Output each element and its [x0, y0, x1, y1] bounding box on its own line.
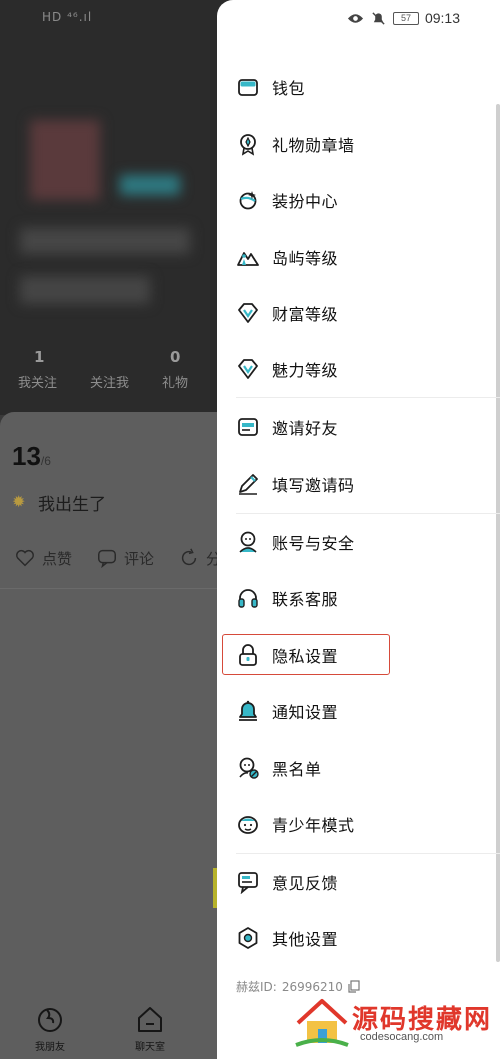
block-user-icon: [236, 756, 260, 780]
gift-count: 0: [170, 348, 181, 366]
bio-blurred: [20, 228, 190, 254]
menu-item-blacklist[interactable]: 黑名单: [236, 748, 486, 788]
menu-item-wealth-level[interactable]: 财富等级: [236, 293, 486, 333]
wallet-icon: [236, 75, 260, 99]
settings-icon: [236, 926, 260, 950]
following-label[interactable]: 我关注: [18, 372, 57, 391]
menu-item-label: 魅力等级: [272, 361, 339, 380]
eye-icon: [347, 13, 364, 23]
menu-item-enter-invite-code[interactable]: 填写邀请码: [236, 464, 486, 504]
island-icon: [236, 245, 260, 269]
menu-item-label: 岛屿等级: [272, 249, 339, 268]
watermark: 源码搜藏网 codesocang.com: [294, 997, 494, 1051]
menu-item-label: 青少年模式: [272, 816, 355, 835]
post-text: 我出生了: [38, 495, 106, 515]
user-id: 赫兹ID: 26996210: [236, 978, 360, 995]
diamond-icon: [236, 357, 260, 381]
menu-separator: [236, 853, 500, 854]
menu-item-teen-mode[interactable]: 青少年模式: [236, 804, 486, 844]
bottom-nav: 我朋友 聊天室: [0, 981, 217, 1059]
like-label: 点赞: [42, 549, 73, 568]
teen-icon: [236, 812, 260, 836]
menu-item-label: 黑名单: [272, 760, 322, 779]
menu-item-label: 礼物勋章墙: [272, 136, 355, 155]
user-shield-icon: [236, 530, 260, 554]
battery-indicator: 57: [392, 11, 419, 25]
menu-item-wallet[interactable]: 钱包: [236, 67, 486, 107]
menu-item-notification-settings[interactable]: 通知设置: [236, 691, 486, 731]
menu-item-dress-center[interactable]: 装扮中心: [236, 180, 486, 220]
tags-blurred: [20, 276, 150, 304]
menu-item-label: 装扮中心: [272, 192, 339, 211]
share-button[interactable]: 分: [178, 546, 221, 570]
bell-icon: [236, 699, 260, 723]
menu-item-charm-level[interactable]: 魅力等级: [236, 349, 486, 389]
user-id-label: 赫兹ID:: [236, 980, 277, 994]
post-date: 13/6: [12, 441, 51, 471]
nav-friends[interactable]: 我朋友: [20, 1004, 80, 1053]
menu-item-label: 财富等级: [272, 305, 339, 324]
copy-icon[interactable]: [348, 980, 360, 993]
comment-button[interactable]: 评论: [96, 546, 154, 570]
followers-label[interactable]: 关注我: [90, 372, 129, 391]
clock: 09:13: [424, 10, 460, 26]
menu-separator: [236, 513, 500, 514]
status-bar-right: 57 09:13: [347, 10, 460, 26]
nav-chat-room-label: 聊天室: [135, 1042, 165, 1053]
username-blurred: [120, 175, 180, 195]
menu-item-label: 联系客服: [272, 590, 339, 609]
mute-bell-icon: [372, 11, 385, 25]
menu-item-other-settings[interactable]: 其他设置: [236, 918, 486, 958]
menu-item-invite-friends[interactable]: 邀请好友: [236, 407, 486, 447]
user-id-value: 26996210: [281, 979, 343, 994]
like-button[interactable]: 点赞: [14, 546, 72, 570]
comment-icon: [98, 549, 116, 569]
status-bar-left: HD ⁴⁶.ıl: [42, 10, 93, 24]
menu-item-label: 意见反馈: [272, 874, 339, 893]
watermark-url: codesocang.com: [360, 1031, 444, 1043]
drawer-scrollbar[interactable]: [496, 104, 500, 962]
gift-label[interactable]: 礼物: [162, 372, 188, 391]
sun-icon: ✹: [12, 492, 26, 511]
menu-item-label: 通知设置: [272, 703, 339, 722]
feedback-icon: [236, 870, 260, 894]
heart-icon: [16, 549, 34, 567]
chat-room-icon: [138, 1007, 162, 1032]
menu-item-feedback[interactable]: 意见反馈: [236, 862, 486, 902]
menu-separator: [236, 397, 500, 398]
menu-item-label: 邀请好友: [272, 419, 339, 438]
following-count: 1: [34, 348, 45, 366]
nav-friends-label: 我朋友: [35, 1042, 65, 1053]
divider: [0, 588, 217, 589]
menu-item-contact-support[interactable]: 联系客服: [236, 578, 486, 618]
comment-label: 评论: [124, 549, 155, 568]
menu-item-label: 填写邀请码: [272, 476, 355, 495]
friend-icon: [38, 1008, 62, 1032]
pencil-icon: [236, 472, 260, 496]
annotation-highlight-box: [222, 634, 390, 675]
menu-item-account-security[interactable]: 账号与安全: [236, 522, 486, 562]
menu-item-label: 钱包: [272, 79, 306, 98]
diamond-icon: [236, 301, 260, 325]
watermark-house-icon: [295, 999, 349, 1047]
medal-icon: [236, 132, 260, 156]
menu-item-island-level[interactable]: 岛屿等级: [236, 237, 486, 277]
planet-icon: [236, 188, 260, 212]
share-icon: [181, 548, 197, 566]
mail-icon: [236, 415, 260, 439]
menu-item-gift-medal-wall[interactable]: 礼物勋章墙: [236, 124, 486, 164]
nav-chat-room[interactable]: 聊天室: [120, 1004, 180, 1053]
avatar: [30, 120, 100, 200]
menu-item-label: 账号与安全: [272, 534, 355, 553]
headset-icon: [236, 586, 260, 610]
menu-item-label: 其他设置: [272, 930, 339, 949]
